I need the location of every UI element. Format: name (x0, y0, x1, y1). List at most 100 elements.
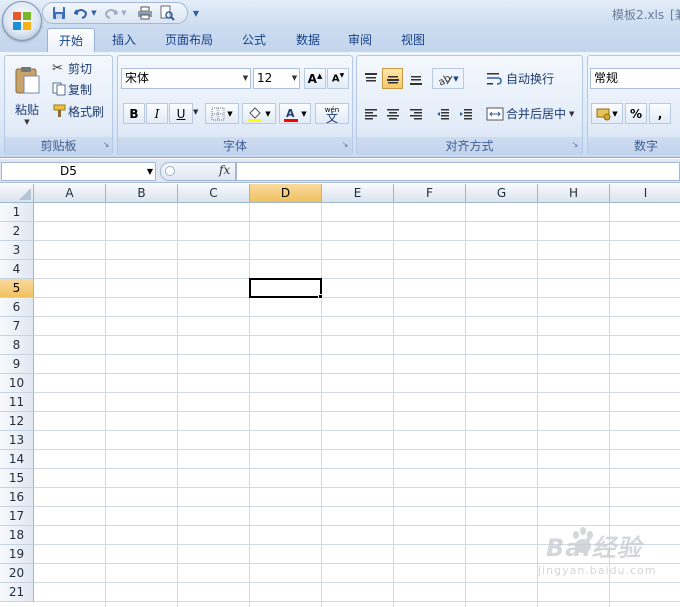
italic-button[interactable]: I (146, 103, 168, 124)
underline-button[interactable]: U (169, 103, 193, 124)
row-header-1[interactable]: 1 (0, 203, 34, 222)
column-header-e[interactable]: E (322, 184, 394, 203)
clipboard-dialog-launcher-icon[interactable]: ↘ (101, 140, 111, 150)
align-right-button[interactable] (405, 103, 426, 124)
column-header-b[interactable]: B (106, 184, 178, 203)
save-button[interactable] (50, 4, 68, 22)
row-header-20[interactable]: 20 (0, 564, 34, 583)
row-gridline (34, 259, 680, 260)
underline-dropdown-icon[interactable]: ▼ (193, 108, 198, 116)
undo-icon (74, 9, 88, 19)
redo-button[interactable] (102, 4, 120, 22)
alignment-dialog-launcher-icon[interactable]: ↘ (570, 140, 580, 150)
column-f-cells[interactable] (394, 203, 466, 607)
fill-color-button[interactable]: ▼ (242, 103, 276, 124)
redo-dropdown-icon[interactable]: ▼ (119, 4, 129, 22)
column-d-cells[interactable] (250, 203, 322, 607)
shrink-font-button[interactable]: A▼ (327, 68, 349, 89)
column-header-f[interactable]: F (394, 184, 466, 203)
decrease-indent-button[interactable] (432, 103, 453, 124)
tab-review[interactable]: 审阅 (339, 28, 381, 52)
align-bottom-button[interactable] (405, 68, 426, 89)
row-header-17[interactable]: 17 (0, 507, 34, 526)
column-a-cells[interactable] (34, 203, 106, 607)
formula-bar-toggle-icon[interactable] (165, 166, 175, 176)
column-e-cells[interactable] (322, 203, 394, 607)
watermark-url: jingyan.baidu.com (538, 564, 657, 577)
row-header-13[interactable]: 13 (0, 431, 34, 450)
comma-style-button[interactable]: , (649, 103, 671, 124)
undo-dropdown-icon[interactable]: ▼ (89, 4, 99, 22)
tab-page-layout[interactable]: 页面布局 (158, 28, 220, 52)
row-header-7[interactable]: 7 (0, 317, 34, 336)
font-size-select[interactable]: 12 ▼ (253, 68, 300, 89)
print-preview-icon (160, 5, 175, 21)
align-bottom-icon (409, 75, 422, 85)
fill-handle[interactable] (318, 294, 323, 299)
active-cell-d5[interactable] (249, 278, 322, 298)
row-header-11[interactable]: 11 (0, 393, 34, 412)
tab-insert[interactable]: 插入 (103, 28, 145, 52)
column-b-cells[interactable] (106, 203, 178, 607)
wrap-text-button[interactable]: 自动换行 (486, 68, 554, 89)
row-header-4[interactable]: 4 (0, 260, 34, 279)
merge-center-button[interactable]: 合并后居中 ▼ (486, 103, 574, 124)
insert-function-button[interactable]: fx (219, 163, 230, 177)
row-header-19[interactable]: 19 (0, 545, 34, 564)
font-name-select[interactable]: 宋体 ▼ (121, 68, 251, 89)
print-preview-button[interactable] (158, 4, 176, 22)
formula-input[interactable] (236, 162, 680, 181)
format-painter-button[interactable]: 格式刷 (52, 102, 104, 120)
phonetic-guide-button[interactable]: wén 文 (315, 103, 349, 124)
column-header-h[interactable]: H (538, 184, 610, 203)
tab-home[interactable]: 开始 (47, 28, 95, 52)
increase-indent-button[interactable] (455, 103, 476, 124)
column-header-g[interactable]: G (466, 184, 538, 203)
column-header-d[interactable]: D (250, 184, 322, 203)
font-color-button[interactable]: A ▼ (279, 103, 311, 124)
row-header-6[interactable]: 6 (0, 298, 34, 317)
cut-button[interactable]: ✂ 剪切 (52, 59, 92, 77)
customize-qat-icon[interactable]: ▼ (190, 4, 202, 22)
row-header-8[interactable]: 8 (0, 336, 34, 355)
row-header-16[interactable]: 16 (0, 488, 34, 507)
office-button[interactable] (2, 1, 42, 41)
tab-formulas[interactable]: 公式 (233, 28, 275, 52)
column-header-a[interactable]: A (34, 184, 106, 203)
row-header-15[interactable]: 15 (0, 469, 34, 488)
copy-button[interactable]: 复制 (52, 80, 92, 98)
undo-button[interactable] (72, 4, 90, 22)
align-center-button[interactable] (382, 103, 403, 124)
row-header-21[interactable]: 21 (0, 583, 34, 602)
row-header-12[interactable]: 12 (0, 412, 34, 431)
number-format-select[interactable]: 常规 (590, 68, 680, 89)
accounting-format-button[interactable]: ▼ (591, 103, 623, 124)
align-left-button[interactable] (360, 103, 381, 124)
row-header-10[interactable]: 10 (0, 374, 34, 393)
row-header-5[interactable]: 5 (0, 279, 34, 298)
row-header-2[interactable]: 2 (0, 222, 34, 241)
bold-button[interactable]: B (123, 103, 145, 124)
name-box[interactable]: D5 ▼ (1, 162, 156, 181)
paste-button[interactable]: 粘贴 ▼ (10, 58, 44, 132)
row-header-9[interactable]: 9 (0, 355, 34, 374)
align-middle-button[interactable] (382, 68, 403, 89)
column-header-i[interactable]: I (610, 184, 680, 203)
align-left-icon (364, 108, 377, 119)
row-header-3[interactable]: 3 (0, 241, 34, 260)
align-top-button[interactable] (360, 68, 381, 89)
orientation-button[interactable]: ab ▼ (432, 68, 464, 89)
borders-button[interactable]: ▼ (205, 103, 239, 124)
tab-view[interactable]: 视图 (392, 28, 434, 52)
print-button[interactable] (136, 4, 154, 22)
column-header-c[interactable]: C (178, 184, 250, 203)
select-all-button[interactable] (0, 184, 34, 203)
font-dialog-launcher-icon[interactable]: ↘ (340, 140, 350, 150)
merge-center-dropdown-icon: ▼ (569, 109, 575, 118)
grow-font-button[interactable]: A▲ (304, 68, 326, 89)
row-header-14[interactable]: 14 (0, 450, 34, 469)
row-header-18[interactable]: 18 (0, 526, 34, 545)
tab-data[interactable]: 数据 (287, 28, 329, 52)
column-c-cells[interactable] (178, 203, 250, 607)
percent-style-button[interactable]: % (625, 103, 647, 124)
